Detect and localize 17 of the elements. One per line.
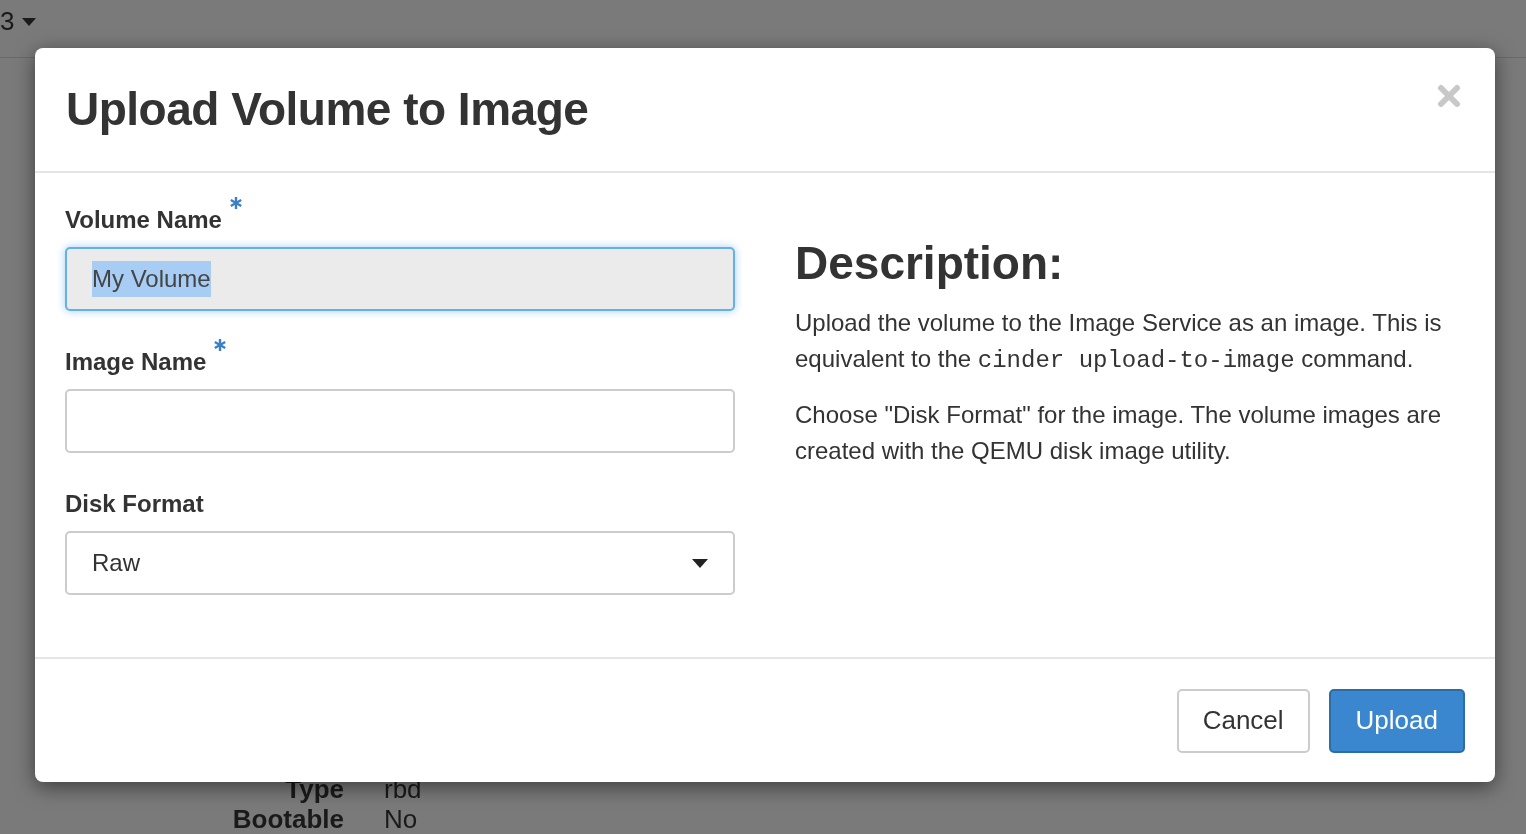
field-label: Image Name	[65, 347, 207, 377]
input-field[interactable]	[65, 389, 735, 453]
description-heading: Description:	[795, 236, 1065, 291]
cancel-button[interactable]: Cancel	[1176, 688, 1310, 753]
upload-button[interactable]: Upload	[1328, 688, 1465, 753]
modal-title: Upload Volume to Image	[66, 82, 589, 137]
description-text: Choose "Disk Format" for the image. The volume images are created with the QEMU disk image utility.	[795, 400, 1443, 466]
select-dropdown[interactable]: Raw	[65, 531, 735, 595]
field-label: Disk Format	[65, 489, 204, 519]
detail-label: Bootable	[231, 804, 344, 834]
page-selector[interactable]: 3	[0, 2, 37, 41]
caret-down-icon	[692, 558, 708, 568]
input-field[interactable]: My Volume	[65, 247, 735, 311]
caret-down-icon	[22, 17, 37, 26]
field-label: Volume Name	[65, 205, 222, 235]
detail-value: No	[384, 804, 418, 834]
description-text: Upload the volume to the Image Service as an image. This is equivalent to the cinder upload-to-image command.	[795, 308, 1443, 376]
